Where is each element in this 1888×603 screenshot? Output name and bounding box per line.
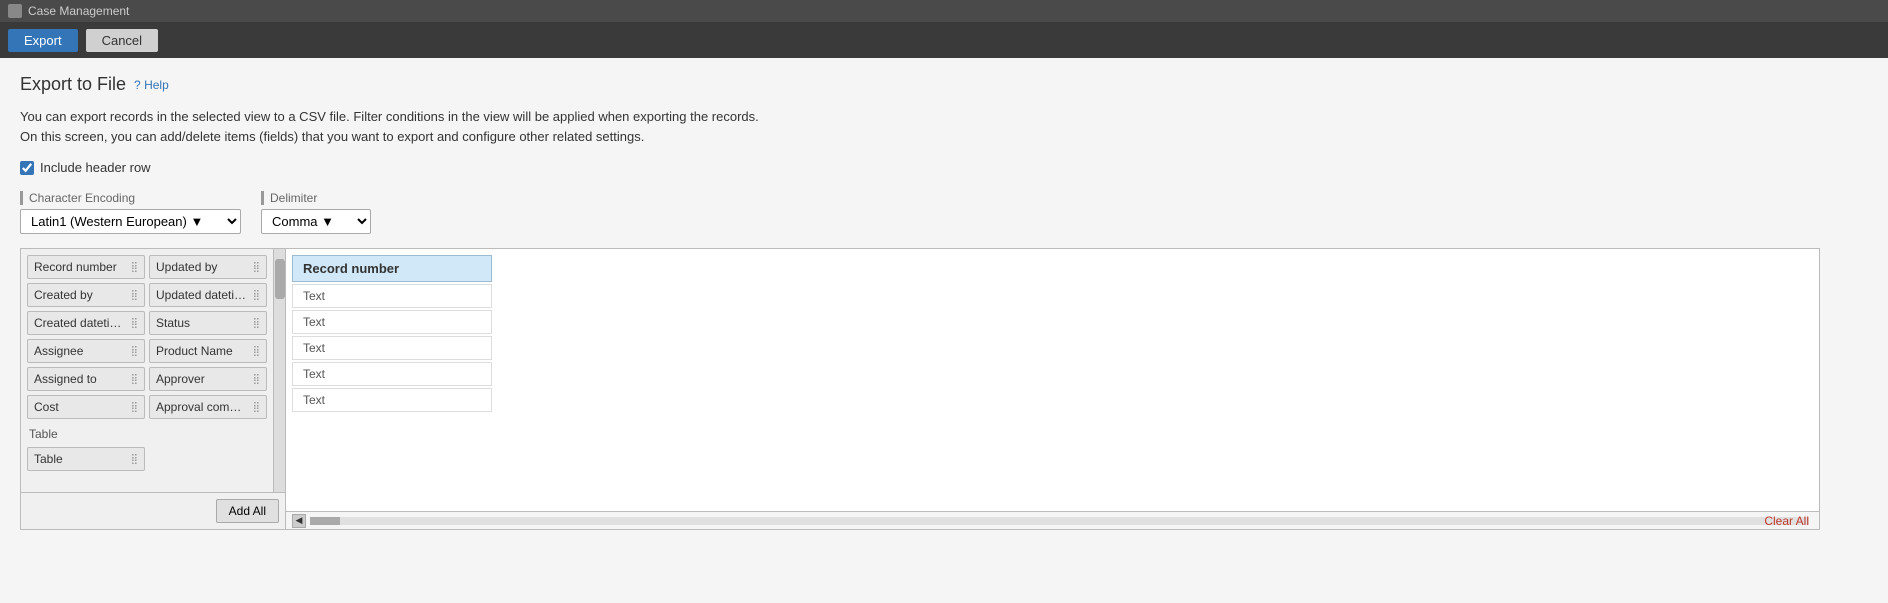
main-content: Export to File Help You can export recor… [0, 58, 1888, 603]
toolbar: Export Cancel [0, 22, 1888, 58]
drag-handle: ⣿ [131, 318, 138, 329]
field-item[interactable]: Updated dateti…⣿ [149, 283, 267, 307]
field-item[interactable]: Product Name⣿ [149, 339, 267, 363]
drag-handle: ⣿ [253, 290, 260, 301]
add-all-button[interactable]: Add All [216, 499, 279, 523]
field-item[interactable]: Status⣿ [149, 311, 267, 335]
drag-handle: ⣿ [131, 454, 138, 465]
character-encoding-select[interactable]: Latin1 (Western European) ▼ [20, 209, 241, 234]
export-text-row: Text [292, 388, 492, 412]
delimiter-group: Delimiter Comma ▼ [261, 191, 371, 234]
field-item[interactable]: Created by⣿ [27, 283, 145, 307]
page-title: Export to File [20, 74, 126, 95]
export-column-header[interactable]: Record number [292, 255, 492, 282]
field-item[interactable]: Assigned to⣿ [27, 367, 145, 391]
include-header-row: Include header row [20, 160, 1868, 175]
export-text-row: Text [292, 336, 492, 360]
fields-area: Record number⣿Updated by⣿Created by⣿Upda… [20, 248, 1820, 530]
page-title-row: Export to File Help [20, 74, 1868, 95]
field-item[interactable]: Approver⣿ [149, 367, 267, 391]
field-item[interactable]: Cost⣿ [27, 395, 145, 419]
bottom-bar: ◀ Clear All [286, 511, 1819, 529]
export-button[interactable]: Export [8, 29, 78, 52]
drag-handle: ⣿ [253, 262, 260, 273]
drag-handle: ⣿ [253, 374, 260, 385]
bottom-scroll-thumb[interactable] [310, 517, 340, 525]
delimiter-label: Delimiter [261, 191, 371, 205]
field-item[interactable]: Approval com…⣿ [149, 395, 267, 419]
include-header-label: Include header row [40, 160, 151, 175]
fields-list: Record number⣿Updated by⣿Created by⣿Upda… [21, 249, 273, 492]
include-header-checkbox[interactable] [20, 161, 34, 175]
field-item-table[interactable]: Table⣿ [27, 447, 145, 471]
add-all-row: Add All [21, 492, 285, 529]
settings-row: Character Encoding Latin1 (Western Europ… [20, 191, 1868, 234]
drag-handle: ⣿ [131, 262, 138, 273]
field-item[interactable]: Updated by⣿ [149, 255, 267, 279]
scroll-thumb[interactable] [275, 259, 285, 299]
right-panel: Record numberTextTextTextTextText ◀ Clea… [286, 249, 1819, 529]
drag-handle: ⣿ [131, 290, 138, 301]
title-bar: Case Management [0, 0, 1888, 22]
character-encoding-group: Character Encoding Latin1 (Western Europ… [20, 191, 241, 234]
scroll-left-button[interactable]: ◀ [292, 514, 306, 528]
app-icon [8, 4, 22, 18]
description-line2: On this screen, you can add/delete items… [20, 127, 1868, 147]
drag-handle: ⣿ [131, 402, 138, 413]
drag-handle: ⣿ [253, 318, 260, 329]
bottom-scroll-track[interactable] [310, 517, 1809, 525]
character-encoding-label: Character Encoding [20, 191, 241, 205]
scroll-track[interactable] [273, 249, 285, 492]
drag-handle: ⣿ [131, 374, 138, 385]
field-item[interactable]: Created dateti…⣿ [27, 311, 145, 335]
drag-handle: ⣿ [131, 346, 138, 357]
export-columns: Record numberTextTextTextTextText [286, 249, 1819, 511]
export-text-row: Text [292, 310, 492, 334]
field-item[interactable]: Assignee⣿ [27, 339, 145, 363]
description-line1: You can export records in the selected v… [20, 107, 1868, 127]
left-panel: Record number⣿Updated by⣿Created by⣿Upda… [21, 249, 286, 529]
app-name: Case Management [28, 4, 129, 18]
drag-handle: ⣿ [253, 346, 260, 357]
left-panel-inner: Record number⣿Updated by⣿Created by⣿Upda… [21, 249, 285, 492]
clear-all-button[interactable]: Clear All [1764, 514, 1809, 528]
help-link[interactable]: Help [134, 78, 169, 92]
export-text-row: Text [292, 284, 492, 308]
drag-handle: ⣿ [253, 402, 260, 413]
field-section-label: Table [27, 423, 267, 443]
field-item[interactable]: Record number⣿ [27, 255, 145, 279]
delimiter-select[interactable]: Comma ▼ [261, 209, 371, 234]
cancel-button[interactable]: Cancel [86, 29, 158, 52]
export-text-row: Text [292, 362, 492, 386]
description: You can export records in the selected v… [20, 107, 1868, 146]
